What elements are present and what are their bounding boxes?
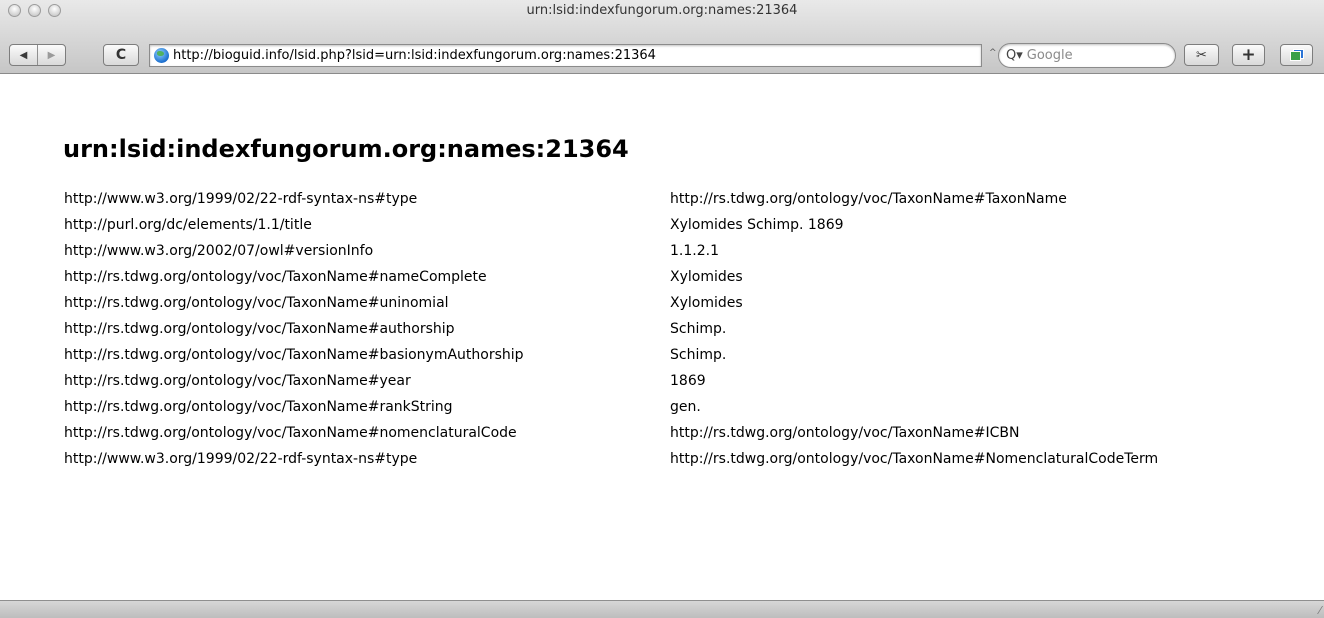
object-cell: Xylomides Schimp. 1869 <box>670 217 844 233</box>
back-button[interactable]: ◀ <box>10 45 37 65</box>
address-dropdown-icon[interactable]: ^ <box>989 48 997 58</box>
search-field[interactable]: Q▾ Google <box>998 43 1176 68</box>
table-row: http://rs.tdwg.org/ontology/voc/TaxonNam… <box>62 290 1158 316</box>
predicate-cell: http://www.w3.org/1999/02/22-rdf-syntax-… <box>64 191 418 207</box>
globe-icon <box>154 48 169 63</box>
table-row: http://rs.tdwg.org/ontology/voc/TaxonNam… <box>62 394 1158 420</box>
add-bookmark-button[interactable]: + <box>1232 44 1265 66</box>
predicate-cell: http://rs.tdwg.org/ontology/voc/TaxonNam… <box>64 269 487 285</box>
window-title: urn:lsid:indexfungorum.org:names:21364 <box>526 3 798 18</box>
predicate-cell: http://rs.tdwg.org/ontology/voc/TaxonNam… <box>64 425 517 441</box>
plus-icon: + <box>1241 45 1256 65</box>
predicate-cell: http://rs.tdwg.org/ontology/voc/TaxonNam… <box>64 321 455 337</box>
forward-arrow-icon: ▶ <box>47 49 56 61</box>
object-cell: Xylomides <box>670 295 743 311</box>
status-bar: ⁄ <box>0 600 1324 618</box>
predicate-cell: http://www.w3.org/1999/02/22-rdf-syntax-… <box>64 451 418 467</box>
toolbar: ◀ ▶ C http://bioguid.info/lsid.php?lsid=… <box>0 31 1324 69</box>
address-bar[interactable]: http://bioguid.info/lsid.php?lsid=urn:ls… <box>149 44 982 67</box>
tabs-button[interactable] <box>1280 44 1313 66</box>
table-row: http://rs.tdwg.org/ontology/voc/TaxonNam… <box>62 368 1158 394</box>
reload-button[interactable]: C <box>103 44 139 66</box>
page-content: urn:lsid:indexfungorum.org:names:21364 h… <box>0 74 1324 600</box>
object-cell: 1.1.2.1 <box>670 243 719 259</box>
table-row: http://purl.org/dc/elements/1.1/title Xyl… <box>62 212 1158 238</box>
snapback-icon: ✂ <box>1196 47 1207 63</box>
search-placeholder: Google <box>1026 48 1073 63</box>
back-forward-control: ◀ ▶ <box>9 44 66 66</box>
page-title: urn:lsid:indexfungorum.org:names:21364 <box>63 135 629 163</box>
resize-grip-icon[interactable]: ⁄ <box>1319 605 1321 616</box>
object-cell: http://rs.tdwg.org/ontology/voc/TaxonNam… <box>670 451 1159 467</box>
triples-body: http://www.w3.org/1999/02/22-rdf-syntax-… <box>62 186 1158 472</box>
predicate-cell: http://rs.tdwg.org/ontology/voc/TaxonNam… <box>64 399 453 415</box>
browser-window: urn:lsid:indexfungorum.org:names:21364 ◀… <box>0 0 1324 618</box>
predicate-cell: http://rs.tdwg.org/ontology/voc/TaxonNam… <box>64 347 524 363</box>
browser-chrome: urn:lsid:indexfungorum.org:names:21364 ◀… <box>0 0 1324 74</box>
table-row: http://www.w3.org/1999/02/22-rdf-syntax-… <box>62 186 1158 212</box>
object-cell: 1869 <box>670 373 706 389</box>
object-cell: Schimp. <box>670 347 727 363</box>
back-arrow-icon: ◀ <box>19 49 28 61</box>
table-row: http://rs.tdwg.org/ontology/voc/TaxonNam… <box>62 342 1158 368</box>
tabs-icon <box>1289 49 1304 61</box>
address-bar-url[interactable]: http://bioguid.info/lsid.php?lsid=urn:ls… <box>173 48 656 63</box>
predicate-cell: http://rs.tdwg.org/ontology/voc/TaxonNam… <box>64 295 449 311</box>
table-row: http://rs.tdwg.org/ontology/voc/TaxonNam… <box>62 420 1158 446</box>
object-cell: http://rs.tdwg.org/ontology/voc/TaxonNam… <box>670 425 1020 441</box>
predicate-cell: http://www.w3.org/2002/07/owl#versionInf… <box>64 243 374 259</box>
table-row: http://www.w3.org/1999/02/22-rdf-syntax-… <box>62 446 1158 472</box>
predicate-cell: http://purl.org/dc/elements/1.1/title <box>64 217 312 233</box>
search-icon[interactable]: Q▾ <box>1006 48 1023 63</box>
table-row: http://rs.tdwg.org/ontology/voc/TaxonNam… <box>62 316 1158 342</box>
reload-icon: C <box>115 47 127 63</box>
table-row: http://www.w3.org/2002/07/owl#versionInf… <box>62 238 1158 264</box>
object-cell: gen. <box>670 399 701 415</box>
object-cell: Schimp. <box>670 321 727 337</box>
object-cell: http://rs.tdwg.org/ontology/voc/TaxonNam… <box>670 191 1067 207</box>
rdf-triples-table: http://www.w3.org/1999/02/22-rdf-syntax-… <box>62 186 1158 472</box>
forward-button[interactable]: ▶ <box>37 45 65 65</box>
predicate-cell: http://rs.tdwg.org/ontology/voc/TaxonNam… <box>64 373 411 389</box>
snapback-button[interactable]: ✂ <box>1184 44 1219 66</box>
object-cell: Xylomides <box>670 269 743 285</box>
table-row: http://rs.tdwg.org/ontology/voc/TaxonNam… <box>62 264 1158 290</box>
